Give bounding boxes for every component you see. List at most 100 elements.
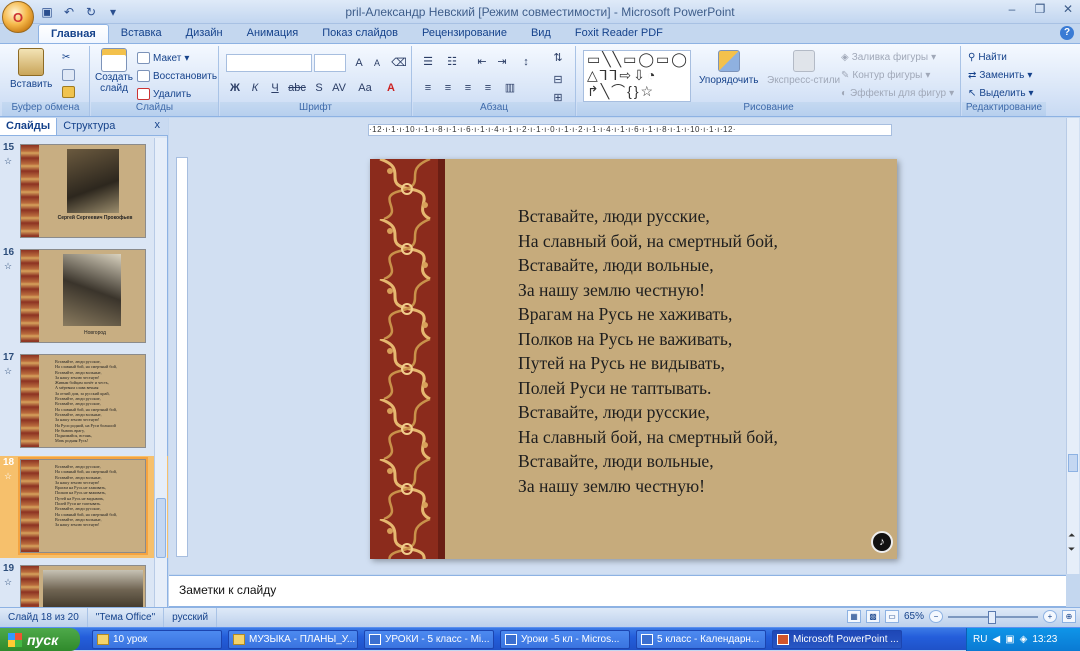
help-icon[interactable]: ?: [1060, 26, 1074, 40]
zoom-out-icon[interactable]: −: [929, 610, 943, 623]
clock[interactable]: 13:23: [1032, 634, 1057, 645]
find-button[interactable]: ⚲ Найти: [968, 52, 1007, 63]
sorter-view-icon[interactable]: ▩: [865, 610, 880, 623]
taskbar-item-music-folder[interactable]: МУЗЫКА - ПЛАНЫ_У...: [228, 630, 358, 649]
task-label: МУЗЫКА - ПЛАНЫ_У...: [249, 634, 356, 645]
align-center-icon[interactable]: ≡: [439, 80, 457, 96]
taskbar-item-powerpoint[interactable]: Microsoft PowerPoint ...: [772, 630, 902, 649]
slideshow-view-icon[interactable]: ▭: [884, 610, 899, 623]
tab-view[interactable]: Вид: [519, 24, 563, 44]
replace-button[interactable]: ⇄ Заменить ▾: [968, 70, 1032, 81]
clear-format-icon[interactable]: ⌫: [390, 55, 408, 71]
cut-button[interactable]: ✂: [62, 52, 70, 63]
shape-effects-button[interactable]: ◐ Эффекты для фигур ▾: [841, 88, 954, 99]
editor-scroll-thumb[interactable]: [1068, 454, 1078, 472]
taskbar-item-word-3[interactable]: 5 класс - Календарн...: [636, 630, 766, 649]
zoom-slider[interactable]: [948, 610, 1038, 624]
shape-fill-button[interactable]: ◈ Заливка фигуры ▾: [841, 52, 936, 63]
decrease-indent-icon[interactable]: ⇤: [473, 54, 491, 70]
align-left-icon[interactable]: ≡: [419, 80, 437, 96]
panel-scrollbar[interactable]: [154, 138, 167, 608]
tab-insert[interactable]: Вставка: [109, 24, 174, 44]
editor-scrollbar[interactable]: ⏶ ⏷: [1066, 118, 1079, 574]
zoom-in-icon[interactable]: +: [1043, 610, 1057, 623]
tab-home[interactable]: Главная: [38, 24, 109, 44]
arrange-button[interactable]: Упорядочить: [699, 50, 759, 86]
language-bar[interactable]: RU: [973, 634, 987, 645]
minimize-button[interactable]: –: [1004, 2, 1020, 18]
paste-button[interactable]: Вставить: [10, 48, 52, 90]
customize-qat-icon[interactable]: ▾: [104, 3, 122, 20]
tab-slides[interactable]: Слайды: [0, 118, 58, 135]
underline-button[interactable]: Ч: [266, 80, 284, 96]
save-icon[interactable]: ▣: [38, 3, 56, 20]
fit-to-window-icon[interactable]: ⊕: [1062, 610, 1076, 623]
select-button[interactable]: ↖ Выделить ▾: [968, 88, 1034, 99]
bullets-icon[interactable]: ☰: [419, 54, 437, 70]
quick-styles-button[interactable]: Экспресс-стили: [767, 50, 840, 86]
slide-thumbnail-17[interactable]: 17 ☆ Вставайте, люди русские, На славный…: [0, 352, 154, 452]
tab-foxit[interactable]: Foxit Reader PDF: [563, 24, 675, 44]
sound-icon[interactable]: ♪: [871, 531, 893, 553]
notes-pane[interactable]: Заметки к слайду: [169, 575, 1066, 607]
current-slide[interactable]: Вставайте, люди русские, На славный бой,…: [370, 159, 897, 559]
slide-thumbnail-18[interactable]: 18 ☆ Вставайте, люди русские, На славный…: [0, 457, 154, 557]
bold-button[interactable]: Ж: [226, 80, 244, 96]
tab-outline[interactable]: Структура: [57, 118, 121, 135]
align-right-icon[interactable]: ≡: [459, 80, 477, 96]
close-button[interactable]: ✕: [1060, 2, 1076, 18]
tab-design[interactable]: Дизайн: [174, 24, 235, 44]
taskbar-item-word-2[interactable]: Уроки -5 кл - Micros...: [500, 630, 630, 649]
language-indicator[interactable]: русский: [164, 608, 218, 627]
normal-view-icon[interactable]: ▦: [846, 610, 861, 623]
network-icon[interactable]: ▣: [1005, 634, 1014, 645]
start-button[interactable]: пуск: [0, 628, 80, 651]
strikethrough-button[interactable]: abc: [286, 80, 308, 96]
undo-icon[interactable]: ↶: [60, 3, 78, 20]
previous-slide-icon[interactable]: ⏶: [1068, 530, 1075, 541]
slide-number: 19: [3, 563, 15, 574]
copy-button[interactable]: [62, 69, 75, 81]
columns-icon[interactable]: ▥: [501, 80, 519, 96]
shadow-button[interactable]: S: [310, 80, 328, 96]
change-case-button[interactable]: Aa: [354, 80, 376, 96]
tab-animation[interactable]: Анимация: [235, 24, 311, 44]
text-direction-icon[interactable]: ⇅: [549, 50, 567, 66]
reset-button[interactable]: Восстановить: [137, 70, 217, 82]
new-slide-button[interactable]: Создать слайд: [95, 48, 133, 94]
tray-back-icon[interactable]: ◀: [992, 634, 1000, 645]
align-text-icon[interactable]: ⊟: [549, 72, 567, 88]
spacing-button[interactable]: AV: [328, 80, 350, 96]
grow-font-button[interactable]: A: [350, 55, 368, 71]
panel-close-icon[interactable]: x: [147, 118, 169, 135]
font-color-icon[interactable]: A: [382, 80, 400, 96]
font-name-combo[interactable]: [226, 54, 312, 72]
font-size-combo[interactable]: [314, 54, 346, 72]
shapes-gallery[interactable]: ▭╲╲▭◯▭◯ △⅂⅂⇨⇩◔ ↱╲⌒{}☆: [583, 50, 691, 102]
taskbar-item-word-1[interactable]: УРОКИ - 5 класс - Mi...: [364, 630, 494, 649]
italic-button[interactable]: К: [246, 80, 264, 96]
layout-button[interactable]: Макет ▾: [137, 52, 189, 64]
tab-slideshow[interactable]: Показ слайдов: [310, 24, 410, 44]
redo-icon[interactable]: ↻: [82, 3, 100, 20]
shape-outline-button[interactable]: ✎ Контур фигуры ▾: [841, 70, 930, 81]
slide-thumbnail-19[interactable]: 19 ☆: [0, 563, 154, 608]
slide-thumbnail-15[interactable]: 15 ☆ Сергей Сергеевич Прокофьев: [0, 142, 154, 242]
delete-slide-button[interactable]: Удалить: [137, 88, 191, 100]
line-spacing-icon[interactable]: ↕: [517, 54, 535, 70]
format-painter-button[interactable]: [62, 86, 75, 98]
office-button[interactable]: O: [2, 1, 34, 33]
slide-body-text[interactable]: Вставайте, люди русские, На славный бой,…: [518, 204, 778, 498]
shrink-font-button[interactable]: A: [368, 55, 386, 71]
increase-indent-icon[interactable]: ⇥: [493, 54, 511, 70]
slide-thumbnail-16[interactable]: 16 ☆ Новгород: [0, 247, 154, 347]
zoom-level[interactable]: 65%: [904, 611, 924, 622]
numbering-icon[interactable]: ☷: [443, 54, 461, 70]
taskbar-item-folder-10[interactable]: 10 урок: [92, 630, 222, 649]
restore-button[interactable]: ❐: [1032, 2, 1048, 18]
volume-icon[interactable]: ◈: [1020, 634, 1028, 645]
panel-scroll-thumb[interactable]: [156, 498, 166, 558]
tab-review[interactable]: Рецензирование: [410, 24, 519, 44]
next-slide-icon[interactable]: ⏷: [1068, 544, 1075, 555]
justify-icon[interactable]: ≡: [479, 80, 497, 96]
